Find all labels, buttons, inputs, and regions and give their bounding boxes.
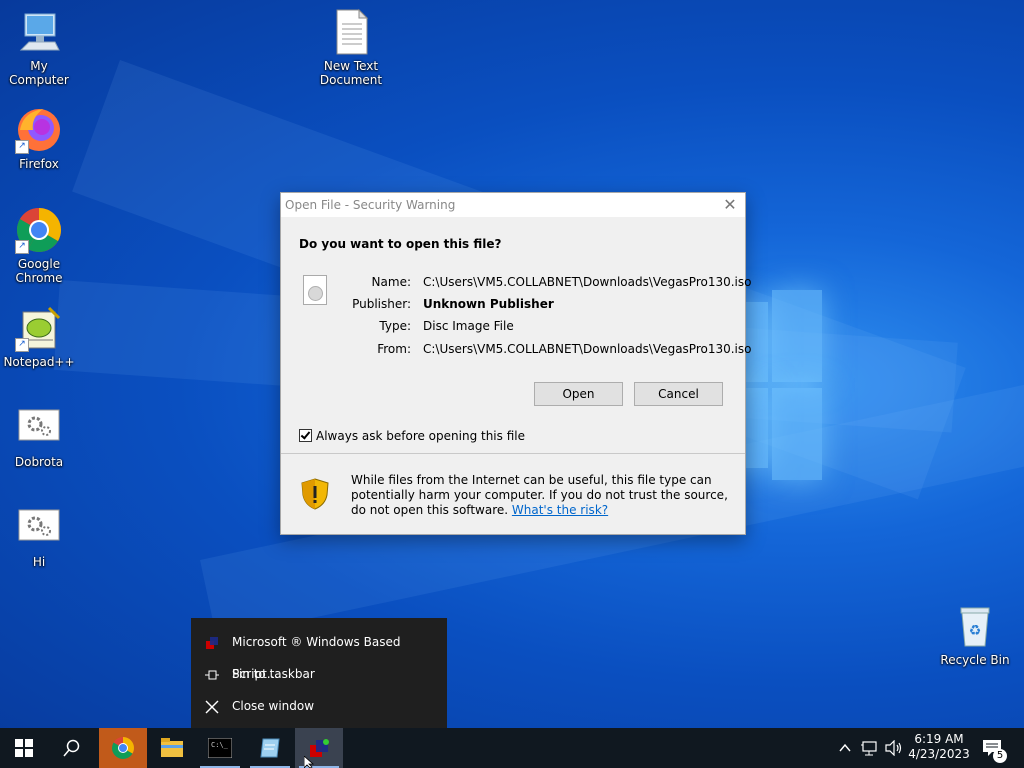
taskbar-chrome[interactable] xyxy=(99,728,147,768)
shortcut-arrow-icon: ↗ xyxy=(15,240,29,254)
field-row-from: From: C:\Users\VM5.COLLABNET\Downloads\V… xyxy=(281,342,751,358)
notepad-plus-plus-icon: ↗ xyxy=(15,304,63,352)
mouse-cursor-icon xyxy=(304,756,315,768)
chevron-up-icon xyxy=(839,743,851,752)
jump-item-pin-to-taskbar[interactable]: Pin to taskbar xyxy=(191,658,447,690)
taskbar-script-host[interactable] xyxy=(295,728,343,768)
divider xyxy=(281,453,745,454)
desktop-icon-firefox[interactable]: ↗ Firefox xyxy=(0,106,78,171)
close-button[interactable]: ✕ xyxy=(715,193,745,217)
field-row-name: Name: C:\Users\VM5.COLLABNET\Downloads\V… xyxy=(281,275,752,291)
computer-icon xyxy=(15,8,63,56)
command-prompt-icon: C:\_ xyxy=(207,737,233,759)
speaker-icon xyxy=(885,739,902,757)
checkbox-label: Always ask before opening this file xyxy=(316,429,525,443)
pin-icon xyxy=(203,658,221,690)
shortcut-arrow-icon: ↗ xyxy=(15,140,29,154)
security-shield-icon xyxy=(301,478,329,510)
desktop-icon-recycle-bin[interactable]: ♻ Recycle Bin xyxy=(936,602,1014,667)
desktop-icon-label: Firefox xyxy=(19,157,59,171)
desktop-icon-label: Notepad++ xyxy=(3,355,75,369)
text-document-icon xyxy=(327,8,375,56)
dialog-question: Do you want to open this file? xyxy=(299,237,502,251)
volume-button[interactable] xyxy=(885,728,907,768)
chrome-icon xyxy=(112,737,134,759)
clock-date: 4/23/2023 xyxy=(908,747,970,761)
script-host-icon xyxy=(203,626,221,658)
field-row-publisher: Publisher: Unknown Publisher xyxy=(281,297,745,313)
network-button[interactable] xyxy=(861,728,883,768)
field-key: Type: xyxy=(379,319,411,333)
search-button[interactable] xyxy=(48,728,96,768)
desktop-icon-label: Recycle Bin xyxy=(940,653,1010,667)
desktop-icon-dobrota[interactable]: Dobrota xyxy=(0,404,78,469)
desktop-icon-label: Hi xyxy=(32,555,46,569)
settings-file-icon xyxy=(15,404,63,452)
taskbar-command-prompt[interactable]: C:\_ xyxy=(196,728,244,768)
file-explorer-icon xyxy=(161,738,183,757)
taskbar-notepad[interactable] xyxy=(246,728,294,768)
recycle-bin-icon: ♻ xyxy=(951,602,999,650)
cancel-button[interactable]: Cancel xyxy=(634,382,723,406)
field-key: Name: xyxy=(371,275,411,289)
desktop-icon-hi[interactable]: Hi xyxy=(0,504,78,569)
network-icon xyxy=(861,741,877,756)
svg-text:♻: ♻ xyxy=(969,623,982,639)
desktop-icon-label: Dobrota xyxy=(14,455,64,469)
jump-item-label: Pin to taskbar xyxy=(232,667,315,681)
always-ask-checkbox[interactable]: Always ask before opening this file xyxy=(299,429,525,443)
settings-file-icon xyxy=(15,504,63,552)
chrome-icon: ↗ xyxy=(15,206,63,254)
desktop-icon-label: Google Chrome xyxy=(15,257,63,285)
taskbar-jump-list: Microsoft ® Windows Based Script... Pin … xyxy=(191,618,447,728)
jump-item-script-host[interactable]: Microsoft ® Windows Based Script... xyxy=(191,626,447,681)
jump-item-label: Close window xyxy=(232,699,315,713)
start-icon xyxy=(15,739,33,757)
field-value: Unknown Publisher xyxy=(423,297,554,311)
field-value: Disc Image File xyxy=(423,319,514,333)
shortcut-arrow-icon: ↗ xyxy=(15,338,29,352)
clock[interactable]: 6:19 AM 4/23/2023 xyxy=(906,728,972,768)
whats-the-risk-link[interactable]: What's the risk? xyxy=(512,503,608,517)
checkbox-checked[interactable] xyxy=(299,429,312,442)
desktop-icon-label: My Computer xyxy=(9,59,69,87)
svg-text:C:\_: C:\_ xyxy=(211,741,229,749)
field-value: C:\Users\VM5.COLLABNET\Downloads\VegasPr… xyxy=(423,275,752,289)
show-hidden-icons-button[interactable] xyxy=(838,728,856,768)
clock-time: 6:19 AM xyxy=(914,732,964,746)
action-center-button[interactable]: 5 xyxy=(978,728,1010,768)
close-icon xyxy=(203,690,221,722)
dialog-title-bar[interactable]: Open File - Security Warning ✕ xyxy=(281,193,745,217)
desktop-icon-my-computer[interactable]: My Computer xyxy=(0,8,78,87)
dialog-title: Open File - Security Warning xyxy=(285,198,456,212)
start-button[interactable] xyxy=(0,728,48,768)
desktop-icon-google-chrome[interactable]: ↗ Google Chrome xyxy=(0,206,78,285)
security-warning-dialog: Open File - Security Warning ✕ Do you wa… xyxy=(280,192,752,535)
warning-message: While files from the Internet can be use… xyxy=(351,473,731,518)
field-key: From: xyxy=(377,342,411,356)
firefox-icon: ↗ xyxy=(15,106,63,154)
desktop-icon-notepad-plus-plus[interactable]: ↗ Notepad++ xyxy=(0,304,78,369)
field-key: Publisher: xyxy=(352,297,411,311)
desktop-icon-label: New Text Document xyxy=(319,59,383,87)
search-icon xyxy=(63,739,80,757)
taskbar-file-explorer[interactable] xyxy=(148,728,196,768)
taskbar: C:\_ 6:19 AM 4/23/2023 5 xyxy=(0,728,1024,768)
desktop-icon-new-text-document[interactable]: New Text Document xyxy=(312,8,390,87)
field-row-type: Type: Disc Image File xyxy=(281,319,745,335)
jump-item-close-window[interactable]: Close window xyxy=(191,690,447,722)
notification-count-badge: 5 xyxy=(993,749,1007,763)
open-button[interactable]: Open xyxy=(534,382,623,406)
field-value: C:\Users\VM5.COLLABNET\Downloads\VegasPr… xyxy=(423,342,752,356)
notepad-icon xyxy=(260,738,280,758)
